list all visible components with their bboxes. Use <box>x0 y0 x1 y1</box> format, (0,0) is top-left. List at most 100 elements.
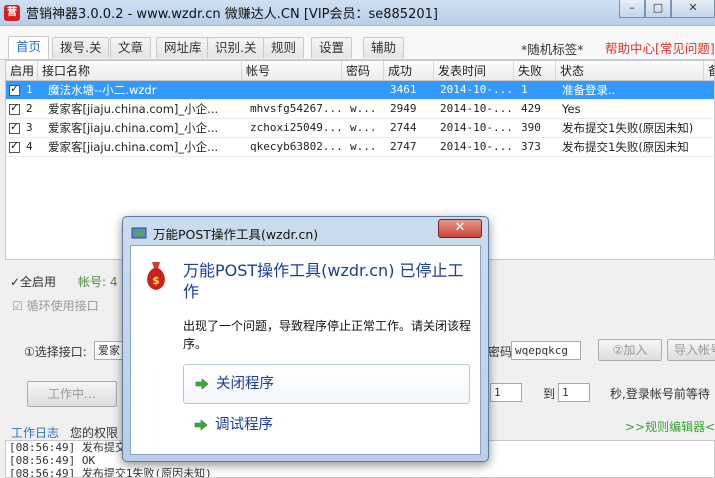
tab-rules[interactable]: 规则 <box>263 37 305 58</box>
row-status: 发布提交1失败(原因未知 <box>562 140 689 154</box>
tab-articles[interactable]: 文章 <box>110 37 152 58</box>
row-account: zchoxi25049... <box>250 121 342 134</box>
row-status: 发布提交1失败(原因未知) <box>562 121 694 135</box>
app-icon: 营 <box>4 4 20 21</box>
dialog-message: 出现了一个问题，导致程序停止正常工作。请关闭该程序。 <box>183 319 472 351</box>
row-success: 3461 <box>390 83 417 96</box>
import-account-button[interactable]: 导入帐号 <box>667 339 715 361</box>
tab-bar: 首页 拨号.关 文章 网址库 识别.关 规则 设置 辅助 *随机标签* 帮助中心… <box>0 26 715 60</box>
row-post-time: 2014-10-... <box>440 83 513 96</box>
row-interface-name: 爱家客[jiaju.china.com]_小企... <box>48 102 219 116</box>
rules-editor-link[interactable]: >>规则编辑器<< <box>625 418 715 435</box>
select-interface-label: ①选择接口: <box>24 345 87 359</box>
col-success[interactable]: 成功 <box>384 61 434 81</box>
row-post-time: 2014-10-... <box>440 121 513 134</box>
dialog-heading: 万能POST操作工具(wzdr.cn) 已停止工作 <box>183 261 464 301</box>
row-account <box>246 81 342 99</box>
close-button[interactable]: ✕ <box>671 0 715 18</box>
account-count: 帐号: 4 <box>78 275 118 289</box>
enable-checkbox[interactable] <box>9 120 20 134</box>
row-fail: 429 <box>521 102 541 115</box>
table-row[interactable]: 1 魔法水塘--小二.wzdr 3461 2014-10-... 1 准备登录.… <box>6 81 714 100</box>
col-interface-name[interactable]: 接口名称 <box>38 61 242 81</box>
row-index: 4 <box>26 140 33 153</box>
money-bag-icon: $ <box>147 262 165 290</box>
maximize-button[interactable]: □ <box>645 0 671 18</box>
enable-checkbox[interactable] <box>9 82 20 96</box>
row-success: 2744 <box>390 121 417 134</box>
row-fail: 373 <box>521 140 541 153</box>
row-status: 准备登录.. <box>562 83 616 97</box>
loop-interface-label: 循环使用接口 <box>26 299 99 313</box>
enable-checkbox[interactable] <box>9 101 20 115</box>
table-row[interactable]: 3 爱家客[jiaju.china.com]_小企... zchoxi25049… <box>6 119 714 138</box>
minimize-button[interactable]: – <box>619 0 645 18</box>
row-account: qkecyb63802... <box>250 140 342 153</box>
row-password <box>346 81 384 99</box>
col-post-time[interactable]: 发表时间 <box>434 61 514 81</box>
row-index: 3 <box>26 121 33 134</box>
row-post-time: 2014-10-... <box>440 102 513 115</box>
dialog-title: 万能POST操作工具(wzdr.cn) <box>153 227 319 242</box>
row-interface-name: 爱家客[jiaju.china.com]_小企... <box>48 140 219 154</box>
table-header: 启用 接口名称 帐号 密码 成功 发表时间 失败 状态 备 <box>6 61 714 81</box>
window-title: 营销神器3.0.0.2 - www.wzdr.cn 微赚达人.CN [VIP会员… <box>26 7 438 22</box>
tab-work-log[interactable]: 工作日志 <box>11 424 59 441</box>
row-account: mhvsfg54267... <box>250 102 342 115</box>
col-fail[interactable]: 失败 <box>514 61 556 81</box>
debug-program-label: 调试程序 <box>215 417 273 433</box>
tab-assist[interactable]: 辅助 <box>363 37 405 58</box>
debug-program-button[interactable]: 调试程序 <box>183 406 470 446</box>
row-index: 1 <box>26 83 33 96</box>
enable-all-toggle[interactable]: ✓全启用 <box>10 273 56 290</box>
table-row[interactable]: 2 爱家客[jiaju.china.com]_小企... mhvsfg54267… <box>6 100 714 119</box>
dialog-titlebar: 万能POST操作工具(wzdr.cn) <box>131 224 318 243</box>
col-account[interactable]: 帐号 <box>242 61 342 81</box>
program-icon <box>131 227 147 238</box>
enable-checkbox[interactable] <box>9 139 20 153</box>
to-label: 到 <box>543 387 556 401</box>
crash-dialog: 万能POST操作工具(wzdr.cn) ✕ $ 万能POST操作工具(wzdr.… <box>122 216 489 462</box>
wait-to-spinner[interactable]: 1 <box>558 383 590 402</box>
close-program-label: 关闭程序 <box>216 376 274 392</box>
tab-url-library[interactable]: 网址库 <box>156 37 210 58</box>
add-button[interactable]: ②加入 <box>598 339 662 361</box>
window-controls: – □ ✕ <box>619 0 715 18</box>
row-success: 2949 <box>390 102 417 115</box>
row-password: w... <box>350 140 377 153</box>
log-line: [08:56:49] 发布提交1失败(原因未知) <box>9 467 212 478</box>
row-password: w... <box>350 102 377 115</box>
tab-permissions[interactable]: 您的权限 <box>70 424 118 441</box>
help-center-link[interactable]: 帮助中心[常见问题] <box>605 38 715 57</box>
row-fail: 390 <box>521 121 541 134</box>
row-interface-name: 爱家客[jiaju.china.com]_小企... <box>48 121 219 135</box>
col-note[interactable]: 备 <box>704 61 714 81</box>
working-button[interactable]: 工作中… <box>27 381 117 407</box>
tab-dial[interactable]: 拨号.关 <box>52 37 110 58</box>
wait-label: 秒,登录帐号前等待 <box>610 387 710 401</box>
row-index: 2 <box>26 102 33 115</box>
col-password[interactable]: 密码 <box>342 61 384 81</box>
row-success: 2747 <box>390 140 417 153</box>
title-bar: 营 营销神器3.0.0.2 - www.wzdr.cn 微赚达人.CN [VIP… <box>0 0 715 26</box>
row-status: Yes <box>562 102 581 116</box>
random-tag-link[interactable]: *随机标签* <box>521 39 584 58</box>
close-program-button[interactable]: 关闭程序 <box>183 364 470 404</box>
dialog-body: $ 万能POST操作工具(wzdr.cn) 已停止工作 出现了一个问题，导致程序… <box>130 245 481 455</box>
row-interface-name: 魔法水塘--小二.wzdr <box>48 83 157 97</box>
password-field[interactable]: wqepqkcg <box>511 341 581 360</box>
table-row[interactable]: 4 爱家客[jiaju.china.com]_小企... qkecyb63802… <box>6 138 714 157</box>
row-fail: 1 <box>521 83 528 96</box>
tab-settings[interactable]: 设置 <box>311 37 353 58</box>
wait-from-spinner[interactable]: 1 <box>490 383 522 402</box>
svg-text:$: $ <box>152 274 160 287</box>
arrow-right-icon <box>194 419 208 431</box>
col-status[interactable]: 状态 <box>556 61 704 81</box>
col-enable[interactable]: 启用 <box>6 61 38 81</box>
dialog-close-button[interactable]: ✕ <box>438 219 482 238</box>
loop-interface-checkbox[interactable]: ☑ 循环使用接口 <box>12 297 99 314</box>
arrow-right-icon <box>195 378 209 390</box>
row-password: w... <box>350 121 377 134</box>
tab-recognize[interactable]: 识别.关 <box>207 37 265 58</box>
tab-home[interactable]: 首页 <box>8 36 50 59</box>
